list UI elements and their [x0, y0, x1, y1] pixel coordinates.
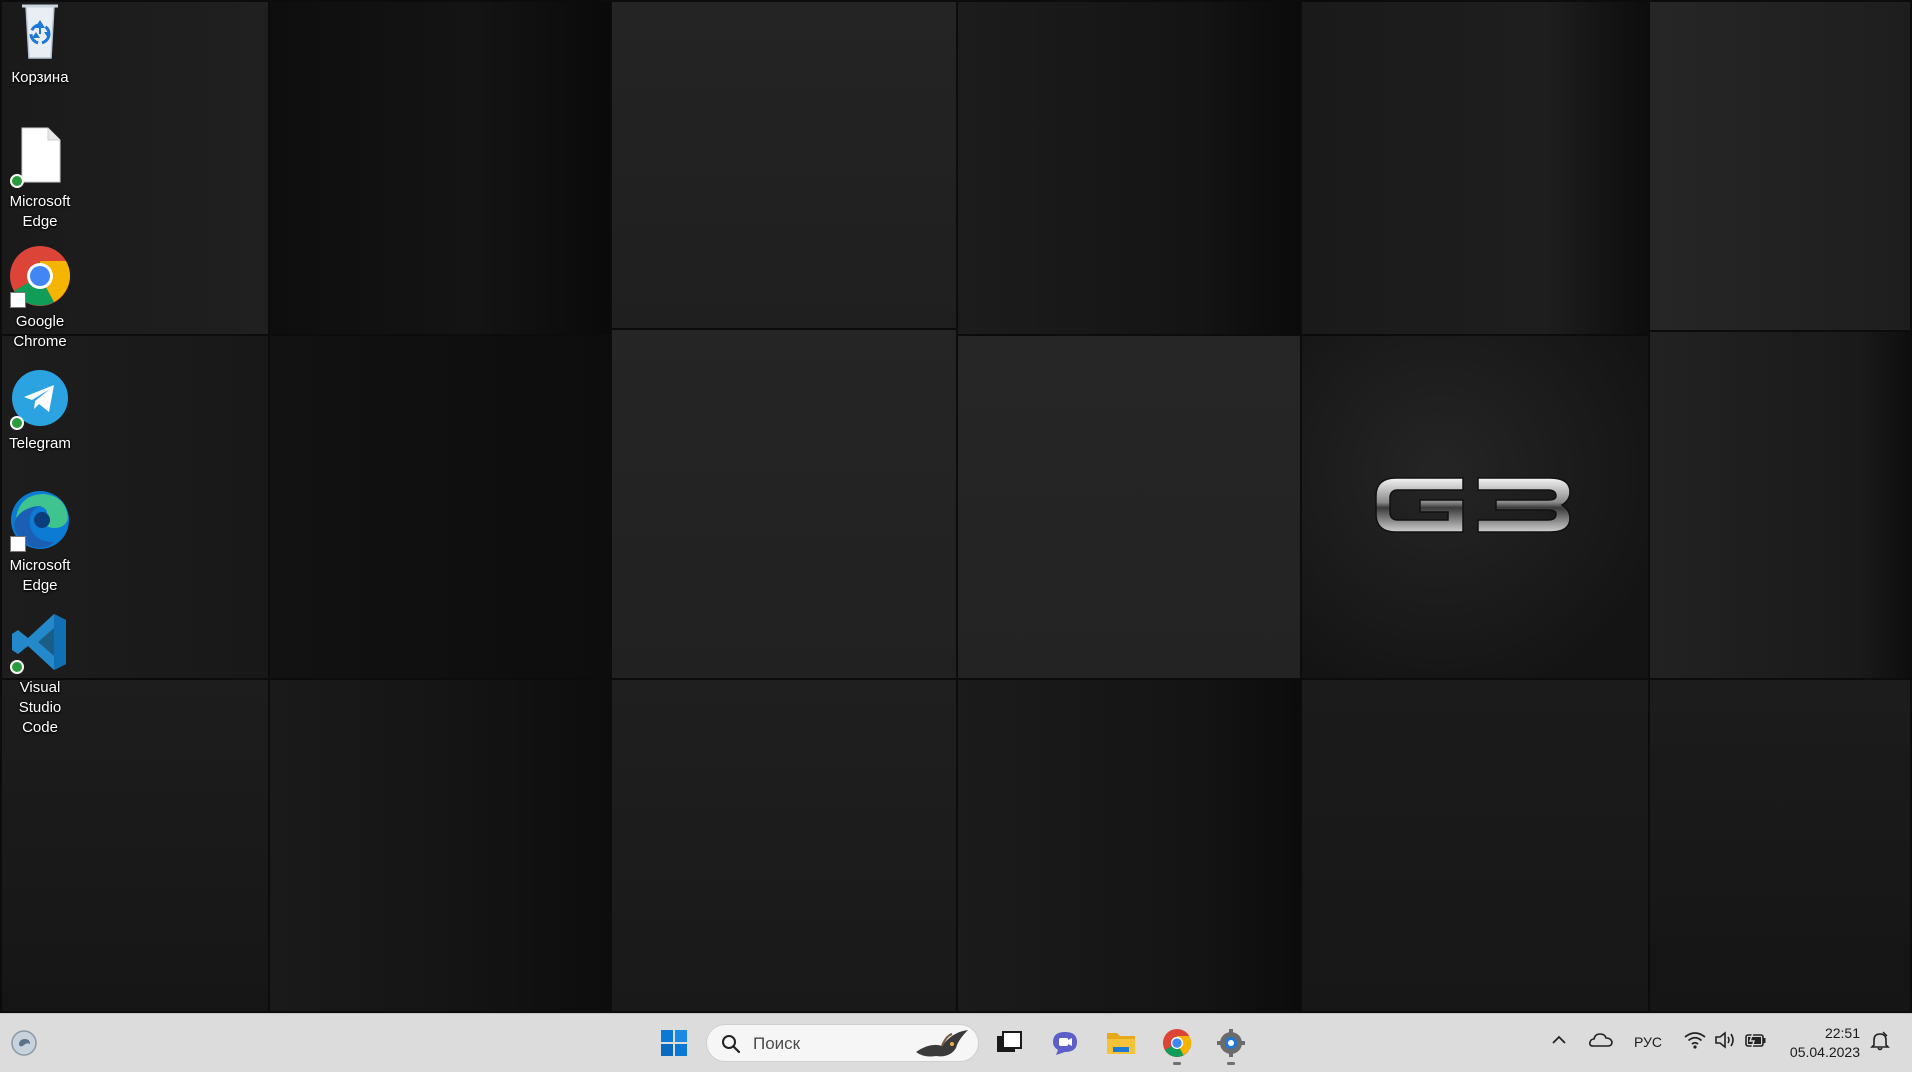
settings-taskbar-button[interactable] — [1207, 1020, 1255, 1066]
chevron-up-icon[interactable] — [1551, 1032, 1567, 1048]
wallpaper-tile — [268, 678, 612, 1013]
shortcut-arrow-icon — [10, 292, 26, 308]
clock-date: 05.04.2023 — [1789, 1044, 1860, 1060]
wallpaper-tile — [1300, 678, 1650, 1013]
desktop-icon-recycle-bin[interactable]: Корзина — [0, 0, 80, 88]
search-icon — [722, 1035, 741, 1054]
chrome-icon — [1162, 1028, 1192, 1058]
language-indicator[interactable]: РУС — [1634, 1034, 1662, 1050]
clock-time: 22:51 — [1824, 1025, 1860, 1041]
search-placeholder: Поиск — [753, 1034, 801, 1053]
taskbar-search[interactable]: Поиск — [706, 1024, 979, 1062]
sync-status-icon — [10, 416, 24, 430]
running-indicator — [1227, 1062, 1235, 1065]
wallpaper-tile — [268, 334, 612, 680]
wallpaper-tile — [956, 678, 1302, 1013]
wallpaper-tile — [1648, 0, 1912, 332]
desktop-icon-label: Telegram — [9, 435, 71, 452]
wallpaper-tile — [1648, 330, 1912, 680]
widgets-button[interactable] — [0, 1020, 48, 1066]
desktop-icon-label: Microsoft Edge — [9, 557, 71, 594]
search-highlight-bird-icon — [916, 1030, 968, 1057]
g3-logo — [1375, 477, 1571, 533]
shortcut-arrow-icon — [10, 536, 26, 552]
notification-bell-icon[interactable] — [1870, 1031, 1890, 1051]
start-button[interactable] — [650, 1020, 698, 1066]
wallpaper-tile — [956, 334, 1302, 680]
task-view-icon — [997, 1031, 1022, 1052]
desktop-icon-label: Корзина — [11, 69, 69, 86]
settings-gear-icon — [1217, 1029, 1245, 1057]
wifi-icon[interactable] — [1684, 1031, 1706, 1049]
taskbar: Поиск РУС 22:51 05.04.2023 — [0, 1013, 1912, 1072]
desktop-icon-label: Visual Studio Code — [18, 679, 62, 736]
sync-status-icon — [10, 174, 24, 188]
wallpaper-tile — [610, 0, 958, 330]
wallpaper-tile — [610, 328, 958, 680]
desktop-wallpaper — [0, 0, 1912, 1013]
sync-status-icon — [10, 660, 24, 674]
wallpaper-tile — [956, 0, 1302, 336]
chrome-taskbar-button[interactable] — [1153, 1020, 1201, 1066]
wallpaper-tile — [1648, 678, 1912, 1013]
desktop-icon-vscode[interactable]: Visual Studio Code — [0, 610, 80, 738]
teams-chat-icon — [1053, 1032, 1077, 1055]
desktop-icon-telegram[interactable]: Telegram — [0, 366, 80, 454]
taskbar-clock[interactable]: 22:51 05.04.2023 — [1784, 1024, 1860, 1062]
wallpaper-tile — [1300, 0, 1650, 336]
weather-widget-icon — [11, 1030, 37, 1056]
volume-icon[interactable] — [1714, 1031, 1736, 1049]
file-explorer-button[interactable] — [1097, 1020, 1145, 1066]
task-view-button[interactable] — [985, 1020, 1033, 1066]
folder-icon — [1107, 1033, 1135, 1054]
wallpaper-tile — [610, 678, 958, 1013]
windows-logo-icon — [661, 1030, 687, 1056]
desktop-icon-microsoft-edge[interactable]: Microsoft Edge — [0, 488, 80, 596]
battery-charging-icon[interactable] — [1745, 1032, 1767, 1048]
desktop-icon-label: Google Chrome — [13, 313, 67, 350]
running-indicator — [1173, 1062, 1181, 1065]
desktop-icon-google-chrome[interactable]: Google Chrome — [0, 244, 80, 352]
onedrive-cloud-icon[interactable] — [1589, 1032, 1613, 1048]
teams-chat-button[interactable] — [1041, 1020, 1089, 1066]
desktop-icon-label: Microsoft Edge — [9, 193, 71, 230]
wallpaper-tile — [268, 0, 612, 336]
recycle-bin-icon — [22, 4, 58, 59]
desktop-icon-file[interactable]: Microsoft Edge — [0, 124, 80, 232]
